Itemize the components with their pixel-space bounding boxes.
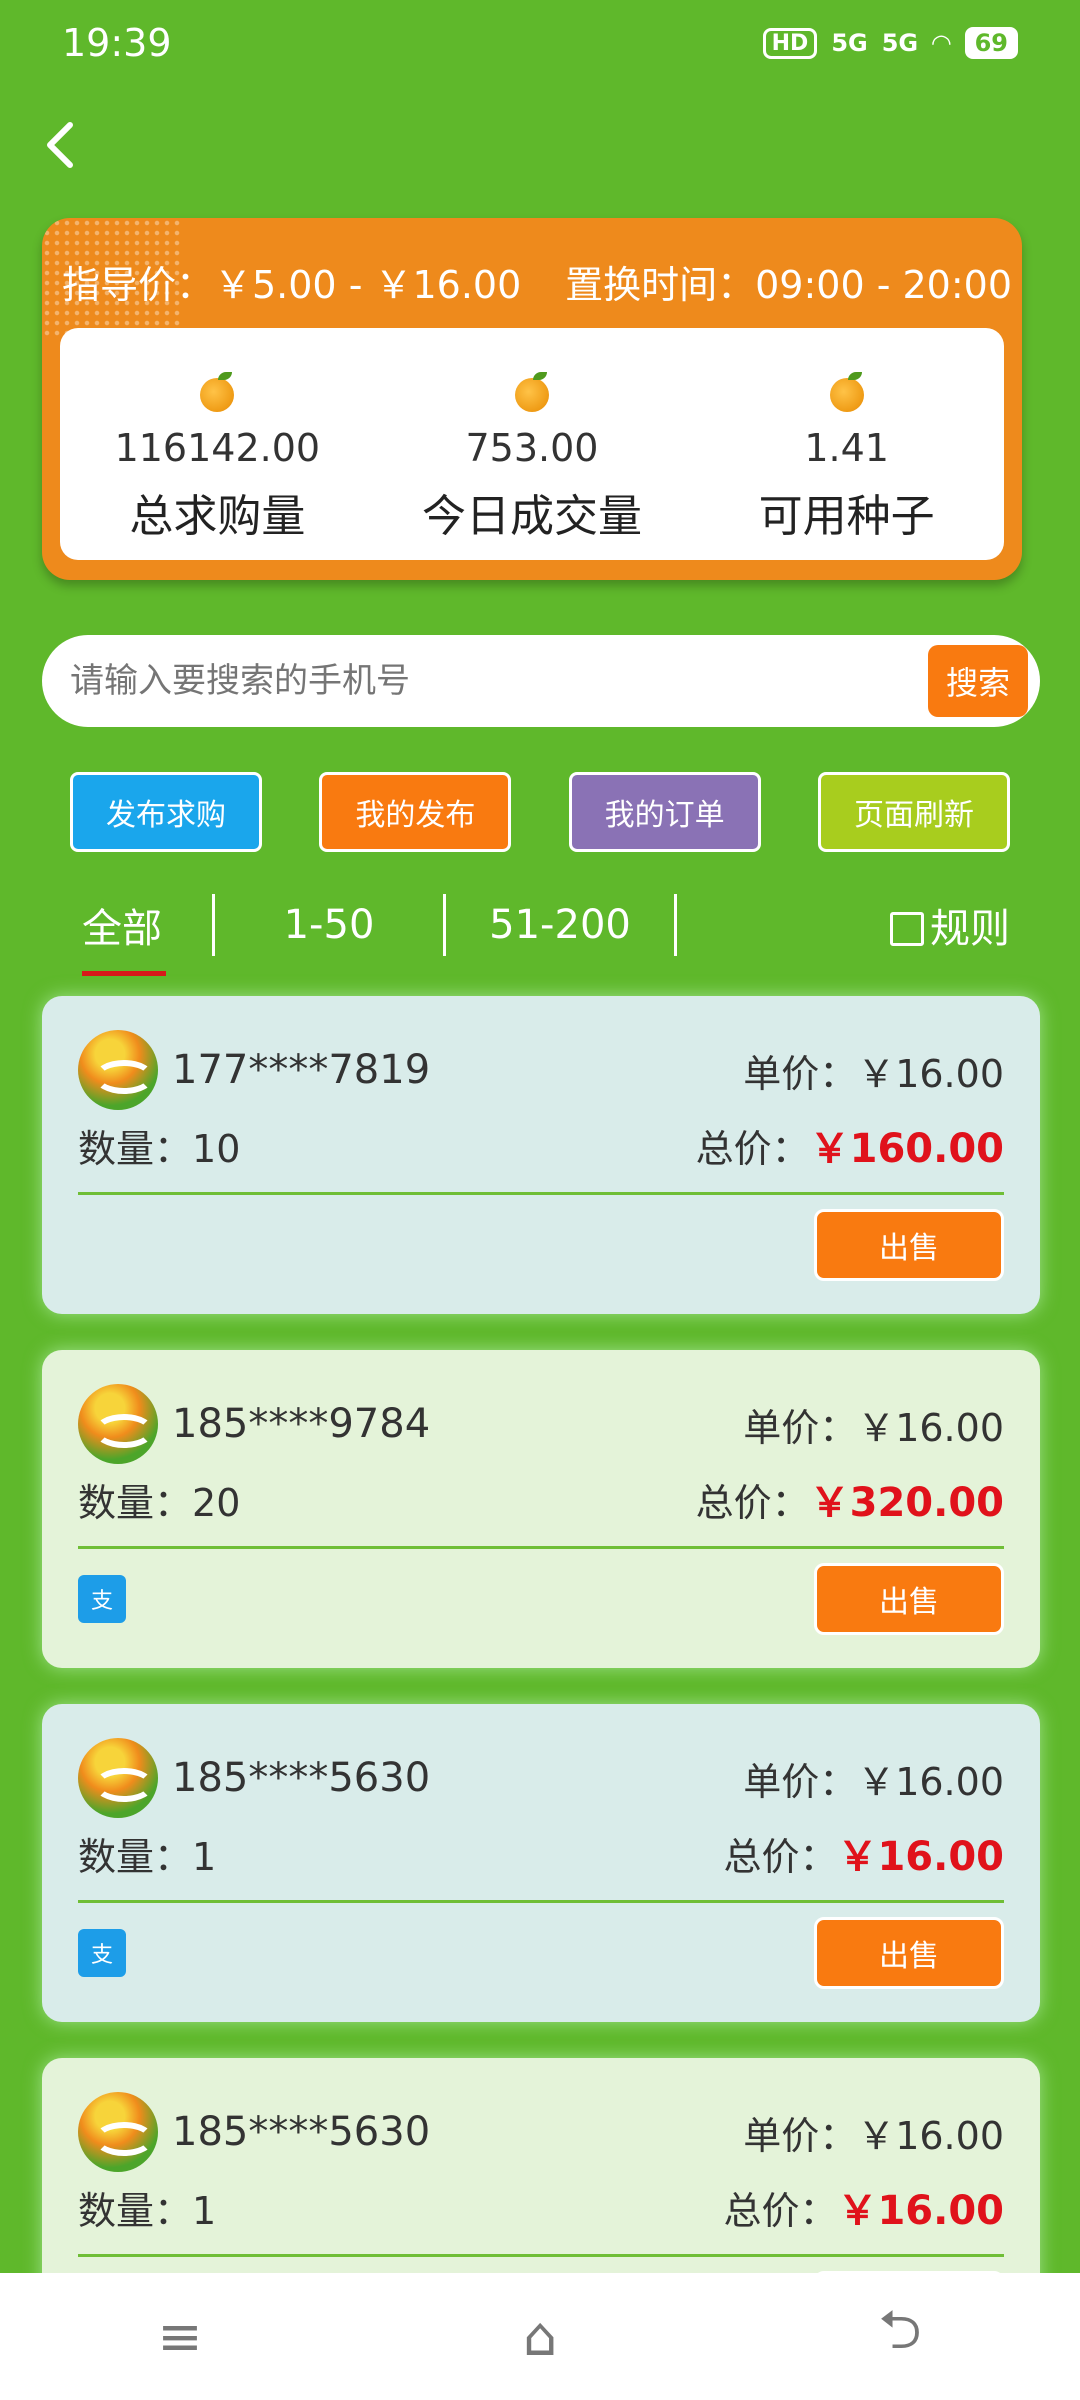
user-logo-icon bbox=[78, 1738, 158, 1818]
back-button[interactable] bbox=[40, 115, 90, 175]
quantity-label: 数量： bbox=[78, 1480, 193, 1525]
quantity-label: 数量： bbox=[78, 1126, 193, 1171]
user-phone: 185****9784 bbox=[172, 1401, 431, 1447]
total-price-value: ￥16.00 bbox=[837, 2188, 1004, 2234]
stat-value: 1.41 bbox=[804, 426, 889, 470]
hd-icon: HD bbox=[762, 27, 818, 59]
total-price: 总价：￥160.00 bbox=[696, 1116, 1004, 1174]
sell-button[interactable]: 出售 bbox=[814, 1209, 1004, 1281]
sell-button[interactable]: 出售 bbox=[814, 1917, 1004, 1989]
quantity-label: 数量： bbox=[78, 1834, 193, 1879]
quantity-value: 20 bbox=[192, 1480, 241, 1525]
unit-price-label: 单价： bbox=[743, 2113, 858, 2158]
search-button[interactable]: 搜索 bbox=[928, 645, 1028, 717]
tab-all[interactable]: 全部 bbox=[42, 896, 212, 976]
unit-price-label: 单价： bbox=[743, 1759, 858, 1804]
user-logo-icon bbox=[78, 2092, 158, 2172]
total-price: 总价：￥16.00 bbox=[723, 1824, 1004, 1882]
orange-icon bbox=[829, 372, 864, 412]
action-row: 发布求购 我的发布 我的订单 页面刷新 bbox=[70, 772, 1010, 852]
quantity: 数量：20 bbox=[78, 1472, 240, 1527]
unit-price: 单价：￥16.00 bbox=[743, 1043, 1004, 1098]
quantity-label: 数量： bbox=[78, 2188, 193, 2233]
sell-button[interactable]: 出售 bbox=[814, 1563, 1004, 1635]
alipay-icon: 支 bbox=[78, 1929, 126, 1977]
unit-price-value: ￥16.00 bbox=[857, 2113, 1004, 2158]
total-price: 总价：￥16.00 bbox=[723, 2178, 1004, 2236]
menu-icon[interactable]: ≡ bbox=[120, 2305, 240, 2368]
unit-price-value: ￥16.00 bbox=[857, 1759, 1004, 1804]
quantity-value: 10 bbox=[192, 1126, 241, 1171]
stat-label: 今日成交量 bbox=[421, 491, 642, 542]
info-header: 指导价：￥5.00 - ￥16.00 置换时间：09:00 - 20:00 bbox=[62, 254, 1012, 309]
order-list: 177****7819 单价：￥16.00 数量：10 总价：￥160.00 出… bbox=[42, 996, 1040, 2400]
system-nav-bar: ≡ ⌂ ⮌ bbox=[0, 2273, 1080, 2400]
quantity: 数量：10 bbox=[78, 1118, 240, 1173]
stat-total-demand: 116142.00 总求购量 bbox=[67, 372, 367, 544]
stat-label: 可用种子 bbox=[758, 491, 935, 542]
stat-label: 总求购量 bbox=[129, 491, 306, 542]
quantity-value: 1 bbox=[192, 1834, 217, 1879]
my-publications-button[interactable]: 我的发布 bbox=[319, 772, 512, 852]
unit-price-label: 单价： bbox=[743, 1405, 858, 1450]
quantity: 数量：1 bbox=[78, 2180, 216, 2235]
total-price-label: 总价： bbox=[723, 1835, 838, 1879]
total-price-label: 总价： bbox=[695, 1127, 810, 1171]
stat-value: 116142.00 bbox=[114, 426, 321, 470]
quantity: 数量：1 bbox=[78, 1826, 216, 1881]
user-logo-icon bbox=[78, 1384, 158, 1464]
total-price-label: 总价： bbox=[695, 1481, 810, 1525]
alipay-icon: 支 bbox=[78, 1575, 126, 1623]
order-card: 185****9784 单价：￥16.00 数量：20 总价：￥320.00 支… bbox=[42, 1350, 1040, 1668]
quantity-value: 1 bbox=[192, 2188, 217, 2233]
user-phone: 177****7819 bbox=[172, 1047, 431, 1093]
rules-label: 规则 bbox=[930, 906, 1010, 952]
tab-range-51-200[interactable]: 51-200 bbox=[446, 902, 674, 948]
status-time: 19:39 bbox=[62, 21, 172, 65]
chevron-left-icon bbox=[47, 122, 73, 168]
guide-price: 指导价：￥5.00 - ￥16.00 bbox=[62, 263, 522, 307]
stat-available-seeds: 1.41 可用种子 bbox=[697, 372, 997, 544]
refresh-page-button[interactable]: 页面刷新 bbox=[817, 772, 1010, 852]
stat-today-volume: 753.00 今日成交量 bbox=[382, 372, 682, 544]
user-logo-icon bbox=[78, 1030, 158, 1110]
info-card: 指导价：￥5.00 - ￥16.00 置换时间：09:00 - 20:00 11… bbox=[42, 218, 1022, 580]
total-price-value: ￥160.00 bbox=[809, 1126, 1004, 1172]
my-orders-button[interactable]: 我的订单 bbox=[568, 772, 761, 852]
status-icons: HD 5G 5G ◠ 69 bbox=[762, 27, 1018, 59]
stat-value: 753.00 bbox=[465, 426, 599, 470]
user-phone: 185****5630 bbox=[172, 2109, 431, 2155]
signal-icon-2: 5G bbox=[881, 29, 919, 57]
status-bar: 19:39 HD 5G 5G ◠ 69 bbox=[0, 0, 1080, 86]
total-price-label: 总价： bbox=[723, 2189, 838, 2233]
search-bar: 搜索 bbox=[42, 635, 1040, 727]
user-phone: 185****5630 bbox=[172, 1755, 431, 1801]
total-price-value: ￥16.00 bbox=[837, 1834, 1004, 1880]
edit-icon bbox=[890, 912, 924, 946]
total-price: 总价：￥320.00 bbox=[696, 1470, 1004, 1528]
exchange-time: 置换时间：09:00 - 20:00 bbox=[565, 263, 1012, 307]
orange-icon bbox=[200, 372, 235, 412]
back-icon[interactable]: ⮌ bbox=[840, 2291, 960, 2383]
rules-link[interactable]: 规则 bbox=[677, 896, 1040, 954]
order-card: 185****5630 单价：￥16.00 数量：1 总价：￥16.00 支 出… bbox=[42, 1704, 1040, 2022]
stats-panel: 116142.00 总求购量 753.00 今日成交量 1.41 可用种子 bbox=[60, 328, 1004, 560]
filter-tabs: 全部 1-50 51-200 规则 bbox=[42, 885, 1040, 976]
orange-icon bbox=[514, 372, 549, 412]
total-price-value: ￥320.00 bbox=[809, 1480, 1004, 1526]
unit-price-value: ￥16.00 bbox=[857, 1051, 1004, 1096]
order-card: 177****7819 单价：￥16.00 数量：10 总价：￥160.00 出… bbox=[42, 996, 1040, 1314]
wifi-icon: ◠ bbox=[932, 29, 951, 57]
battery-icon: 69 bbox=[964, 27, 1018, 59]
search-input[interactable] bbox=[70, 661, 928, 701]
unit-price-value: ￥16.00 bbox=[857, 1405, 1004, 1450]
publish-request-button[interactable]: 发布求购 bbox=[70, 772, 262, 852]
unit-price: 单价：￥16.00 bbox=[743, 1397, 1004, 1452]
signal-icon-1: 5G bbox=[831, 29, 868, 57]
unit-price: 单价：￥16.00 bbox=[743, 1751, 1004, 1806]
tab-range-1-50[interactable]: 1-50 bbox=[215, 902, 443, 948]
unit-price-label: 单价： bbox=[743, 1051, 858, 1096]
unit-price: 单价：￥16.00 bbox=[743, 2105, 1004, 2160]
home-icon[interactable]: ⌂ bbox=[480, 2305, 600, 2368]
